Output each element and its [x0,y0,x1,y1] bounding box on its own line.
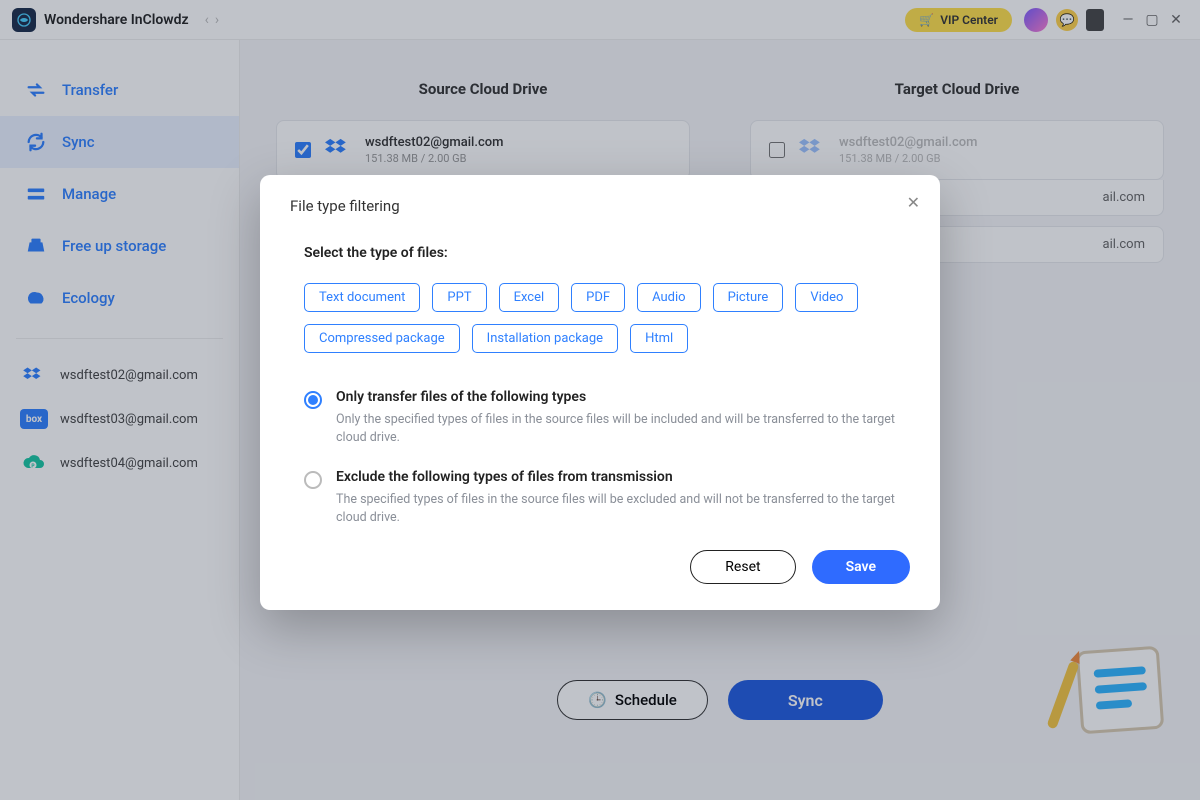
radio-exclude[interactable]: Exclude the following types of files fro… [304,469,896,527]
radio-only-transfer[interactable]: Only transfer files of the following typ… [304,389,896,447]
radio-icon[interactable] [304,391,322,409]
chip-excel[interactable]: Excel [499,283,560,312]
radio-label: Only transfer files of the following typ… [336,389,896,405]
radio-label: Exclude the following types of files fro… [336,469,896,485]
chip-ppt[interactable]: PPT [432,283,486,312]
chip-picture[interactable]: Picture [713,283,784,312]
radio-icon[interactable] [304,471,322,489]
chip-installation-package[interactable]: Installation package [472,324,618,353]
modal-title: File type filtering [290,197,910,215]
close-icon[interactable]: ✕ [907,193,920,212]
chip-audio[interactable]: Audio [637,283,700,312]
chip-video[interactable]: Video [795,283,858,312]
save-button[interactable]: Save [812,550,910,584]
file-type-chips: Text document PPT Excel PDF Audio Pictur… [290,283,910,353]
file-type-filtering-modal: File type filtering ✕ Select the type of… [260,175,940,610]
modal-overlay: File type filtering ✕ Select the type of… [0,0,1200,800]
chip-html[interactable]: Html [630,324,688,353]
modal-actions: Reset Save [290,550,910,584]
filter-mode-group: Only transfer files of the following typ… [290,389,910,528]
radio-desc: The specified types of files in the sour… [336,491,896,527]
reset-button[interactable]: Reset [690,550,795,584]
radio-desc: Only the specified types of files in the… [336,411,896,447]
chip-pdf[interactable]: PDF [571,283,625,312]
chip-text-document[interactable]: Text document [304,283,420,312]
modal-subtitle: Select the type of files: [304,245,910,261]
chip-compressed-package[interactable]: Compressed package [304,324,460,353]
